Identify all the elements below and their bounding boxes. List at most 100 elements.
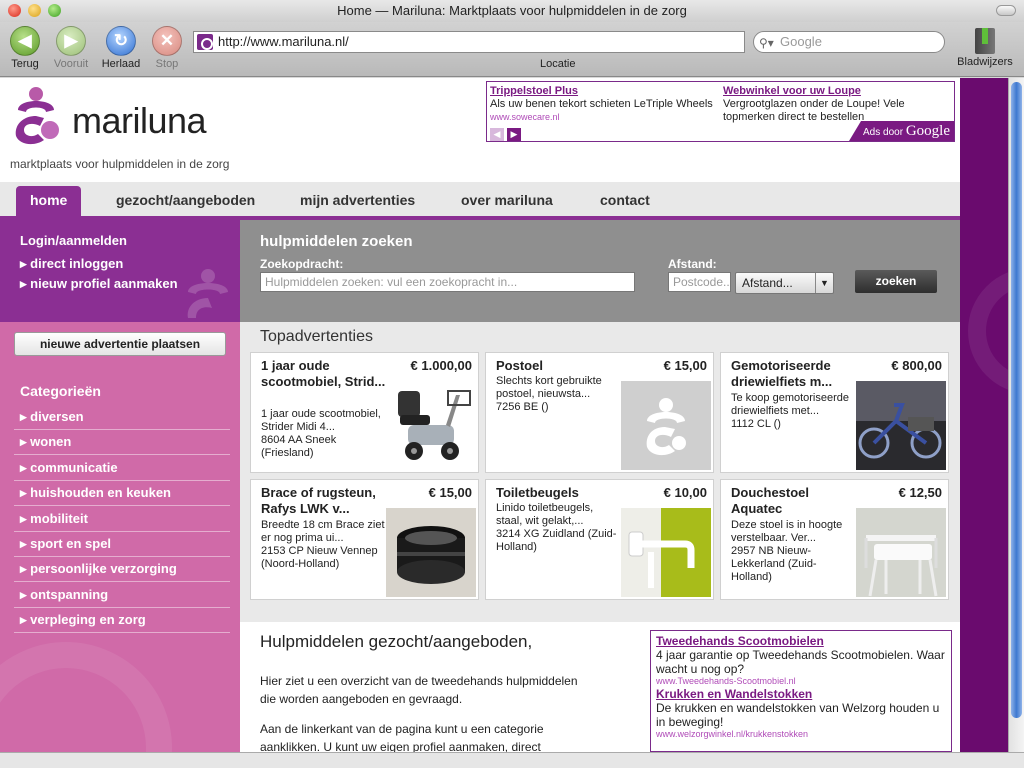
grab-bar-image[interactable]: [621, 508, 711, 597]
ad-next-icon[interactable]: ▶: [507, 128, 521, 141]
category-mobiliteit[interactable]: ▸ mobiliteit: [14, 507, 230, 532]
category-wonen[interactable]: ▸ wonen: [14, 430, 230, 455]
nav-contact[interactable]: contact: [600, 192, 650, 208]
back-button[interactable]: ◀ Terug: [4, 26, 46, 70]
category-verpleging-en-zorg[interactable]: ▸ verpleging en zorg: [14, 608, 230, 633]
stop-button[interactable]: ✕ Stop: [146, 26, 188, 70]
ad-card[interactable]: 1 jaar oude scootmobiel, Strid... € 1.00…: [250, 352, 479, 473]
postcode-input[interactable]: Postcode..: [668, 272, 731, 292]
category-huishouden-en-keuken[interactable]: ▸ huishouden en keuken: [14, 481, 230, 506]
placeholder-image[interactable]: [621, 381, 711, 470]
query-input[interactable]: Hulpmiddelen zoeken: vul een zoekopracht…: [260, 272, 635, 292]
ad-card-price: € 800,00: [891, 358, 942, 373]
window-title: Home — Mariluna: Marktplaats voor hulpmi…: [337, 3, 687, 18]
nav-over-mariluna[interactable]: over mariluna: [461, 192, 553, 208]
vertical-scrollbar[interactable]: [1008, 78, 1024, 752]
browser-toolbar: ◀ Terug ▶ Vooruit ↻ Herlaad ✕ Stop http:…: [0, 22, 1024, 77]
header-ad-2[interactable]: Webwinkel voor uw Loupe Vergrootglazen o…: [723, 85, 953, 124]
category-persoonlijke-verzorging[interactable]: ▸ persoonlijke verzorging: [14, 557, 230, 582]
header-ad-1[interactable]: Trippelstoel Plus Als uw benen tekort sc…: [490, 85, 720, 124]
ad-card[interactable]: Brace of rugsteun, Rafys LWK v... € 15,0…: [250, 479, 479, 600]
bookmarks-button[interactable]: Bladwijzers: [954, 28, 1016, 68]
mariluna-logo-icon: [15, 87, 59, 145]
distance-select[interactable]: Afstand... ▼: [735, 272, 834, 294]
ad-card-price: € 15,00: [663, 358, 707, 373]
ad-card-title[interactable]: Gemotoriseerde driewielfiets m...: [731, 358, 856, 390]
content-ad-2-text: De krukken en wandelstokken van Welzorg …: [656, 701, 940, 729]
minimize-window-button[interactable]: [28, 4, 41, 17]
back-arrow-icon: ◀: [10, 26, 40, 56]
category-label: diversen: [30, 409, 84, 424]
main-navigation: home gezocht/aangeboden mijn advertentie…: [0, 182, 960, 220]
category-communicatie[interactable]: ▸ communicatie: [14, 456, 230, 481]
tricycle-image[interactable]: [856, 381, 946, 470]
scooter-image[interactable]: [386, 381, 476, 470]
chevron-down-icon: ▼: [815, 273, 833, 293]
nieuw-profiel-link[interactable]: ▸ nieuw profiel aanmaken: [20, 276, 178, 292]
ad-card[interactable]: Douchestoel Aquatec € 12,50 Deze stoel i…: [720, 479, 949, 600]
content-ad-1-title[interactable]: Tweedehands Scootmobielen: [656, 634, 946, 648]
content-ad-2-url[interactable]: www.welzorgwinkel.nl/krukkenstokken: [656, 729, 946, 740]
intro-content: Hulpmiddelen gezocht/aangeboden, Hier zi…: [240, 622, 960, 752]
ad-card-title[interactable]: Toiletbeugels: [496, 485, 621, 501]
zoom-window-button[interactable]: [48, 4, 61, 17]
reload-icon: ↻: [106, 26, 136, 56]
ad-card-title[interactable]: Brace of rugsteun, Rafys LWK v...: [261, 485, 386, 517]
ad-card-location: 2957 NB Nieuw-Lekkerland (Zuid-Holland): [731, 545, 817, 583]
category-label: mobiliteit: [30, 511, 88, 526]
ad-card-title[interactable]: 1 jaar oude scootmobiel, Strid...: [261, 358, 386, 390]
bookmarks-icon: [975, 28, 995, 54]
login-heading: Login/aanmelden: [20, 233, 127, 248]
brace-image[interactable]: [386, 508, 476, 597]
ad-card[interactable]: Postoel € 15,00 Slechts kort gebruikte p…: [485, 352, 714, 473]
ads-by-google[interactable]: Ads door Google: [849, 121, 954, 141]
google-search-field[interactable]: ⚲▾ Google: [753, 31, 945, 53]
ad-card-location: 1112 CL (): [731, 418, 781, 430]
ad-card-title[interactable]: Postoel: [496, 358, 621, 374]
new-ad-button[interactable]: nieuwe advertentie plaatsen: [14, 332, 226, 356]
nav-home[interactable]: home: [16, 186, 82, 216]
category-diversen[interactable]: ▸ diversen: [14, 405, 230, 430]
scrollbar-thumb[interactable]: [1011, 82, 1022, 718]
nav-mijn-advertenties[interactable]: mijn advertenties: [300, 192, 415, 208]
forward-button[interactable]: ▶ Vooruit: [50, 26, 92, 70]
toolbar-toggle-button[interactable]: [996, 5, 1016, 16]
search-button[interactable]: zoeken: [855, 270, 937, 293]
address-bar[interactable]: http://www.mariluna.nl/: [193, 31, 745, 53]
close-window-button[interactable]: [8, 4, 21, 17]
ad-card-location: 8604 AA Sneek (Friesland): [261, 434, 337, 459]
ad-card[interactable]: Gemotoriseerde driewielfiets m... € 800,…: [720, 352, 949, 473]
reload-button[interactable]: ↻ Herlaad: [100, 26, 142, 70]
ads-by-label: Ads door: [863, 127, 904, 138]
category-label: sport en spel: [30, 536, 112, 551]
header-ad-1-title[interactable]: Trippelstoel Plus: [490, 85, 720, 98]
header-ad-2-title[interactable]: Webwinkel voor uw Loupe: [723, 85, 953, 98]
site-logo[interactable]: mariluna: [10, 84, 250, 154]
nav-gezocht-aangeboden[interactable]: gezocht/aangeboden: [116, 192, 255, 208]
ad-card-location: 7256 BE (): [496, 401, 549, 413]
brand-name: mariluna: [72, 100, 207, 141]
ad-card-title[interactable]: Douchestoel Aquatec: [731, 485, 856, 517]
content-ad-box: Tweedehands Scootmobielen 4 jaar garanti…: [650, 630, 952, 752]
distance-label: Afstand:: [668, 257, 717, 271]
ad-card-desc: Te koop gemotoriseerde driewielfiets met…: [731, 392, 850, 417]
ad-prev-icon[interactable]: ◀: [490, 128, 504, 141]
header-ad-box: Trippelstoel Plus Als uw benen tekort sc…: [486, 81, 955, 142]
ad-card-price: € 10,00: [663, 485, 707, 500]
content-ad-2-title[interactable]: Krukken en Wandelstokken: [656, 687, 946, 701]
content-ad-1-url[interactable]: www.Tweedehands-Scootmobiel.nl: [656, 676, 946, 687]
intro-paragraph-2: Aan de linkerkant van de pagina kunt u e…: [260, 722, 544, 752]
category-ontspanning[interactable]: ▸ ontspanning: [14, 583, 230, 608]
ad-card[interactable]: Toiletbeugels € 10,00 Linido toiletbeuge…: [485, 479, 714, 600]
shower-chair-image[interactable]: [856, 508, 946, 597]
search-placeholder: Google: [780, 34, 822, 49]
ad-card-desc: Deze stoel is in hoogte verstelbaar. Ver…: [731, 519, 843, 544]
bookmarks-label: Bladwijzers: [957, 56, 1013, 68]
forward-arrow-icon: ▶: [56, 26, 86, 56]
forward-label: Vooruit: [53, 58, 89, 70]
site-tagline: marktplaats voor hulpmiddelen in de zorg: [10, 157, 230, 171]
direct-inloggen-link[interactable]: ▸ direct inloggen: [20, 256, 123, 272]
header-ad-1-url[interactable]: www.sowecare.nl: [490, 111, 720, 124]
decorative-logo-icon: [187, 269, 228, 318]
category-sport-en-spel[interactable]: ▸ sport en spel: [14, 532, 230, 557]
